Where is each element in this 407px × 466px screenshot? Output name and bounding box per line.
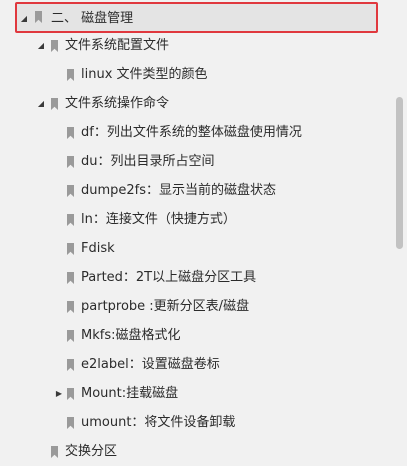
tree-item-label: Mkfs:磁盘格式化 — [81, 328, 181, 343]
tree-item[interactable]: ◢ 文件系统操作命令 — [0, 91, 392, 117]
caret-down-icon[interactable]: ◢ — [35, 33, 47, 59]
tree-item-label: du：列出目录所占空间 — [81, 154, 215, 169]
bookmark-icon — [51, 98, 58, 110]
tree-item[interactable]: ◢ 文件系统配置文件 — [0, 33, 392, 59]
bookmark-icon — [67, 127, 74, 139]
tree-item-label: umount：将文件设备卸载 — [81, 415, 236, 430]
tree-item-label: Parted：2T以上磁盘分区工具 — [81, 270, 257, 285]
bookmark-icon — [67, 156, 74, 168]
bookmark-icon — [67, 214, 74, 226]
bookmark-icon — [67, 388, 74, 400]
tree-item-label: 交换分区 — [65, 444, 118, 459]
tree-item[interactable]: Mkfs:磁盘格式化 — [0, 323, 392, 349]
bookmark-icon — [67, 69, 74, 81]
bookmark-icon — [67, 359, 74, 371]
tree-item[interactable]: ln：连接文件（快捷方式） — [0, 207, 392, 233]
tree-item-label: ln：连接文件（快捷方式） — [81, 212, 236, 227]
tree-item[interactable]: df：列出文件系统的整体磁盘使用情况 — [0, 120, 392, 146]
tree-item[interactable]: Parted：2T以上磁盘分区工具 — [0, 265, 392, 291]
bookmark-icon — [67, 330, 74, 342]
tree-item-label: e2label：设置磁盘卷标 — [81, 357, 220, 372]
scrollbar-thumb[interactable] — [396, 97, 403, 249]
bookmark-icon — [67, 301, 74, 313]
tree-item[interactable]: du：列出目录所占空间 — [0, 149, 392, 175]
tree-item-label: partprobe :更新分区表/磁盘 — [81, 299, 250, 314]
bookmark-icon — [67, 185, 74, 197]
tree-item[interactable]: Fdisk — [0, 236, 392, 262]
bookmark-tree: ◢ 二、 磁盘管理 ◢ 文件系统配置文件 linux 文件类型的颜色 ◢ 文件系统操作命令 d… — [0, 0, 392, 466]
tree-item[interactable]: ▶ Mount:挂载磁盘 — [0, 381, 392, 407]
tree-item-label: 文件系统配置文件 — [65, 38, 170, 53]
caret-down-icon[interactable]: ◢ — [18, 4, 30, 33]
bookmark-icon — [35, 11, 42, 23]
tree-item[interactable]: umount：将文件设备卸载 — [0, 410, 392, 436]
tree-item[interactable]: dumpe2fs：显示当前的磁盘状态 — [0, 178, 392, 204]
bookmark-icon — [67, 417, 74, 429]
tree-item[interactable]: e2label：设置磁盘卷标 — [0, 352, 392, 378]
tree-item[interactable]: partprobe :更新分区表/磁盘 — [0, 294, 392, 320]
bookmark-icon — [51, 40, 58, 52]
tree-item-label: 二、 磁盘管理 — [51, 11, 134, 26]
bookmark-icon — [67, 272, 74, 284]
caret-down-icon[interactable]: ◢ — [35, 91, 47, 117]
caret-right-icon[interactable]: ▶ — [53, 381, 65, 407]
tree-item-label: dumpe2fs：显示当前的磁盘状态 — [81, 183, 277, 198]
tree-item[interactable]: linux 文件类型的颜色 — [0, 62, 392, 88]
tree-item-label: linux 文件类型的颜色 — [81, 67, 208, 82]
tree-item-label: Fdisk — [81, 241, 115, 256]
tree-item-label: 文件系统操作命令 — [65, 96, 170, 111]
tree-item[interactable]: 交换分区 — [0, 439, 392, 465]
vertical-scrollbar[interactable] — [392, 0, 407, 466]
bookmark-icon — [51, 446, 58, 458]
tree-item-label: df：列出文件系统的整体磁盘使用情况 — [81, 125, 302, 140]
bookmark-icon — [67, 243, 74, 255]
tree-item-selected[interactable]: ◢ 二、 磁盘管理 — [15, 2, 378, 33]
tree-item-label: Mount:挂载磁盘 — [81, 386, 179, 401]
